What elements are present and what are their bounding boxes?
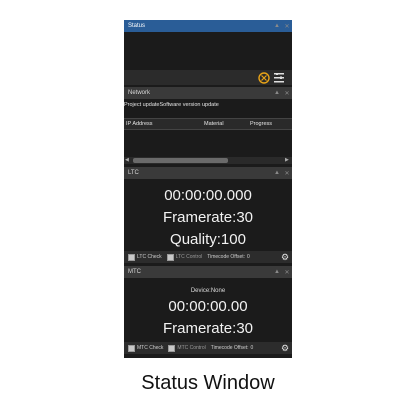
horizontal-scrollbar[interactable]: ◀ ▶ [124,157,292,164]
column-progress[interactable]: Progress [250,121,272,127]
mtc-offset-value[interactable]: 0 [251,345,254,351]
status-panel-body [124,32,292,72]
ltc-quality: Quality:100 [170,231,246,248]
mtc-device: Device:None [190,288,226,294]
pin-icon[interactable]: ▲ [272,269,282,275]
scrollbar-thumb[interactable] [133,158,228,163]
mtc-check-label: MTC Check [137,345,164,351]
mtc-offset-label: Timecode Offset: [210,345,249,351]
status-panel-titlebar: Status ▲ ✕ [124,20,292,32]
ltc-check-checkbox[interactable] [128,253,135,261]
ltc-panel-titlebar: LTC ▲ ✕ [124,167,292,179]
gear-icon[interactable]: ⚙ [281,252,289,263]
close-icon[interactable]: ✕ [282,23,292,30]
mtc-panel-title: MTC [128,269,141,275]
ltc-framerate: Framerate:30 [162,209,254,226]
figure-caption: Status Window [141,372,275,394]
ltc-control-checkbox[interactable] [166,253,174,261]
mtc-control-label: MTC Control [177,345,206,351]
warning-settings-icon[interactable] [258,72,270,84]
column-ip-address[interactable]: IP Address [126,121,153,127]
status-panel-title: Status [128,23,146,29]
column-material[interactable]: Material [204,121,224,127]
gear-icon[interactable]: ⚙ [281,343,289,354]
tab-project-update[interactable]: Project update [124,102,159,112]
network-table-header: IP Address Material Progress [124,118,292,130]
mtc-control-checkbox[interactable] [168,344,176,352]
status-window: Status ▲ ✕ Network ▲ ✕ Project update So… [124,20,292,358]
status-panel-toolbar [124,70,292,85]
mtc-timecode: 00:00:00.00 [168,298,248,315]
network-tabs: Project update Software version update [124,102,219,112]
ltc-panel-title: LTC [128,170,139,176]
ltc-panel-body: 00:00:00.000 Framerate:30 Quality:100 [124,179,292,251]
mtc-check-checkbox[interactable] [128,344,135,352]
tab-software-version-update[interactable]: Software version update [159,102,218,112]
ltc-timecode: 00:00:00.000 [164,187,252,204]
pin-icon[interactable]: ▲ [272,90,282,96]
ltc-offset-label: Timecode Offset: [207,254,246,260]
scroll-left-icon[interactable]: ◀ [125,157,129,163]
scroll-right-icon[interactable]: ▶ [285,157,289,163]
mtc-footer: MTC Check MTC Control Timecode Offset: 0 … [124,342,292,354]
pin-icon[interactable]: ▲ [272,23,282,29]
network-panel-title: Network [128,90,151,96]
ltc-control-label: LTC Control [175,254,203,260]
ltc-offset-value[interactable]: 0 [247,254,250,260]
pin-icon[interactable]: ▲ [272,170,282,176]
list-settings-icon[interactable] [274,73,286,83]
mtc-panel-titlebar: MTC ▲ ✕ [124,266,292,278]
close-icon[interactable]: ✕ [282,90,292,97]
close-icon[interactable]: ✕ [282,170,292,177]
mtc-panel-body: Device:None 00:00:00.00 Framerate:30 [124,278,292,342]
ltc-footer: LTC Check LTC Control Timecode Offset: 0 … [124,251,292,263]
close-icon[interactable]: ✕ [282,269,292,276]
network-panel-titlebar: Network ▲ ✕ [124,87,292,99]
mtc-framerate: Framerate:30 [162,320,254,337]
ltc-check-label: LTC Check [137,254,162,260]
